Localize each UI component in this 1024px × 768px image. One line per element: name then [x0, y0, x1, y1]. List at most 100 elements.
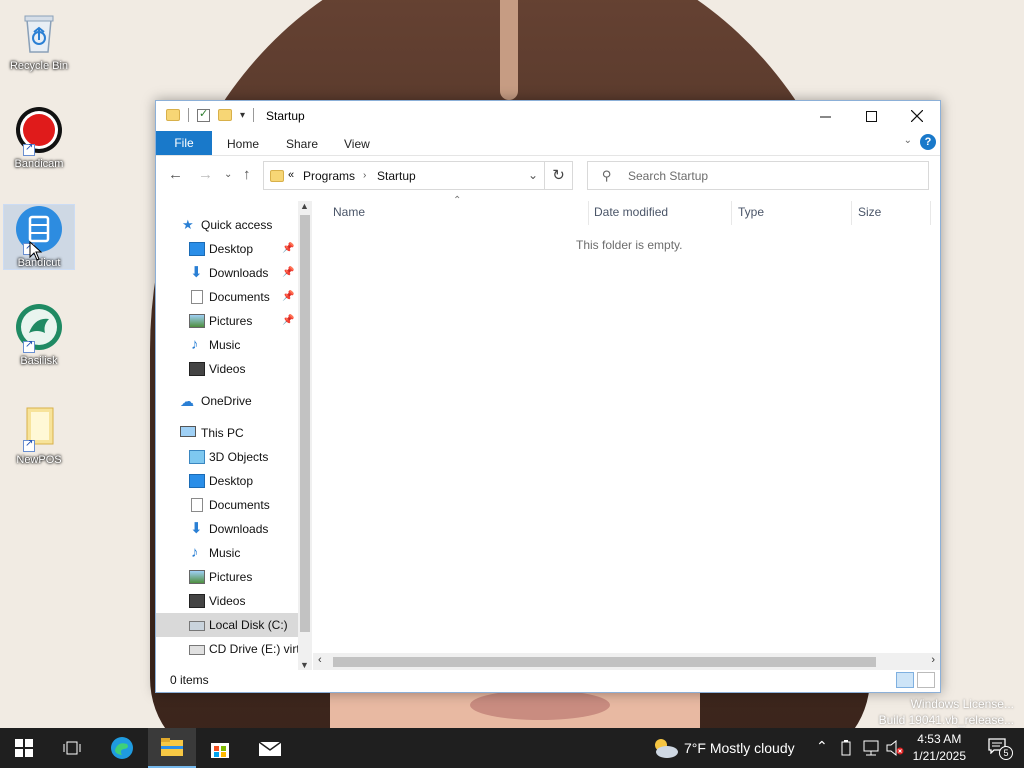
scroll-left-icon[interactable]: ‹ [318, 654, 322, 666]
cube-icon [189, 450, 205, 464]
desktop-icon-recycle-bin[interactable]: Recycle Bin [4, 8, 74, 72]
tab-view[interactable]: View [344, 133, 370, 155]
back-arrow-icon[interactable]: ← [168, 166, 183, 183]
taskbar-file-explorer-button[interactable] [148, 728, 196, 768]
tab-file[interactable]: File [156, 131, 212, 155]
battery-icon[interactable] [840, 740, 852, 756]
sidebar-item-onedrive[interactable]: ☁ OneDrive [156, 389, 298, 413]
properties-icon[interactable] [197, 107, 210, 122]
sidebar-item-music[interactable]: ♪ Music [156, 333, 298, 357]
sidebar-item-pc-downloads[interactable]: ⬇ Downloads [156, 517, 298, 541]
sidebar-item-pc-documents[interactable]: Documents [156, 493, 298, 517]
sidebar-item-label: 3D Objects [209, 450, 269, 464]
help-icon[interactable]: ? [920, 134, 936, 150]
column-header-type[interactable]: Type [738, 205, 764, 219]
sidebar-item-3d-objects[interactable]: 3D Objects [156, 445, 298, 469]
sidebar-item-pc-desktop[interactable]: Desktop [156, 469, 298, 493]
sidebar-item-downloads[interactable]: ⬇ Downloads 📌 [156, 261, 298, 285]
column-header-date-modified[interactable]: Date modified [594, 205, 668, 219]
close-icon [911, 110, 923, 122]
recent-locations-icon[interactable]: ⌄ [224, 169, 232, 180]
start-button[interactable] [0, 728, 48, 768]
sidebar-item-pc-music[interactable]: ♪ Music [156, 541, 298, 565]
nav-pane-scrollbar[interactable]: ▲ ▼ [298, 201, 312, 670]
large-icons-view-icon[interactable] [917, 672, 935, 688]
scrollbar-thumb[interactable] [300, 215, 310, 632]
sidebar-item-this-pc[interactable]: This PC [156, 421, 298, 445]
music-note-icon: ♪ [191, 544, 199, 561]
show-hidden-icons-chevron-icon[interactable]: ⌃ [816, 738, 828, 755]
navigation-bar: ← → ⌄ ↑ « Programs › Startup ⌄ ↻ ⚲ Searc… [156, 158, 940, 192]
clock-time: 4:53 AM [917, 732, 962, 746]
taskbar-store-button[interactable] [196, 728, 244, 768]
column-divider[interactable] [851, 201, 852, 225]
taskbar-edge-button[interactable] [98, 728, 146, 768]
video-icon [189, 594, 205, 608]
desktop-icon-newpos[interactable]: NewPOS [4, 402, 74, 466]
column-divider[interactable] [731, 201, 732, 225]
tab-share[interactable]: Share [286, 133, 318, 155]
column-divider[interactable] [588, 201, 589, 225]
taskbar-mail-button[interactable] [246, 728, 294, 768]
address-bar[interactable]: « Programs › Startup ⌄ [263, 161, 545, 190]
sidebar-item-pc-pictures[interactable]: Pictures [156, 565, 298, 589]
minimize-button[interactable] [802, 101, 848, 131]
sidebar-item-documents[interactable]: Documents 📌 [156, 285, 298, 309]
breadcrumb-overflow[interactable]: « [288, 169, 294, 181]
desktop-icon-basilisk[interactable]: Basilisk [4, 303, 74, 367]
volume-muted-icon[interactable] [886, 740, 904, 756]
search-input[interactable]: Search Startup [628, 169, 708, 183]
sidebar-item-label: CD Drive (E:) virt [209, 642, 300, 656]
customize-toolbar-icon[interactable]: ▾ [240, 110, 245, 121]
sidebar-item-pictures[interactable]: Pictures 📌 [156, 309, 298, 333]
file-list[interactable]: ⌃ Name Date modified Type Size This fold… [313, 195, 940, 670]
sidebar-item-videos[interactable]: Videos [156, 357, 298, 381]
search-box[interactable]: ⚲ Search Startup [587, 161, 929, 190]
music-note-icon: ♪ [191, 336, 199, 353]
weather-cloudy-icon[interactable] [651, 736, 679, 760]
breadcrumb-programs[interactable]: Programs [303, 169, 355, 183]
sidebar-item-local-disk[interactable]: Local Disk (C:) [156, 613, 298, 637]
maximize-button[interactable] [848, 101, 894, 131]
sidebar-item-desktop[interactable]: Desktop 📌 [156, 237, 298, 261]
weather-widget[interactable]: 7°F Mostly cloudy [684, 740, 795, 756]
up-arrow-icon[interactable]: ↑ [243, 166, 251, 183]
forward-arrow-icon[interactable]: → [198, 166, 213, 183]
desktop-icon-bandicam[interactable]: Bandicam [4, 106, 74, 170]
system-clock[interactable]: 4:53 AM 1/21/2025 [913, 731, 966, 765]
folder-icon [270, 170, 284, 182]
column-divider[interactable] [930, 201, 931, 225]
scroll-up-icon[interactable]: ▲ [300, 201, 309, 211]
tab-home[interactable]: Home [227, 133, 259, 155]
column-header-size[interactable]: Size [858, 205, 881, 219]
refresh-button[interactable]: ↻ [545, 161, 573, 190]
notification-count-badge: 5 [999, 746, 1013, 760]
new-folder-icon[interactable] [218, 109, 232, 121]
desktop-icon-label: NewPOS [16, 454, 62, 466]
desktop-icon-label: Basilisk [20, 355, 58, 367]
expand-ribbon-icon[interactable]: ⌄ [904, 135, 912, 146]
network-icon[interactable] [862, 740, 880, 756]
recycle-bin-icon [15, 8, 63, 56]
breadcrumb-startup[interactable]: Startup [377, 169, 416, 183]
navigation-pane: ★ Quick access Desktop 📌 ⬇ Downloads 📌 D… [156, 201, 313, 670]
action-center-button[interactable]: 5 [988, 738, 1013, 760]
scroll-right-icon[interactable]: › [931, 654, 935, 666]
separator [253, 108, 255, 122]
sidebar-item-quick-access[interactable]: ★ Quick access [156, 213, 298, 237]
column-header-name[interactable]: Name [333, 205, 365, 219]
close-button[interactable] [894, 101, 940, 131]
scrollbar-thumb[interactable] [333, 657, 876, 667]
sidebar-item-label: Desktop [209, 242, 254, 256]
desktop-icon-label: Recycle Bin [9, 60, 69, 72]
address-dropdown-icon[interactable]: ⌄ [528, 168, 538, 182]
pin-icon: 📌 [282, 291, 295, 302]
sidebar-item-cd-drive[interactable]: CD Drive (E:) virt [156, 637, 300, 661]
wallpaper-lips [470, 690, 610, 720]
task-view-button[interactable] [48, 728, 96, 768]
basilisk-icon [15, 303, 63, 353]
empty-folder-message: This folder is empty. [576, 238, 683, 252]
title-bar[interactable]: ▾ Startup [156, 101, 940, 131]
sidebar-item-pc-videos[interactable]: Videos [156, 589, 298, 613]
details-view-icon[interactable] [896, 672, 914, 688]
